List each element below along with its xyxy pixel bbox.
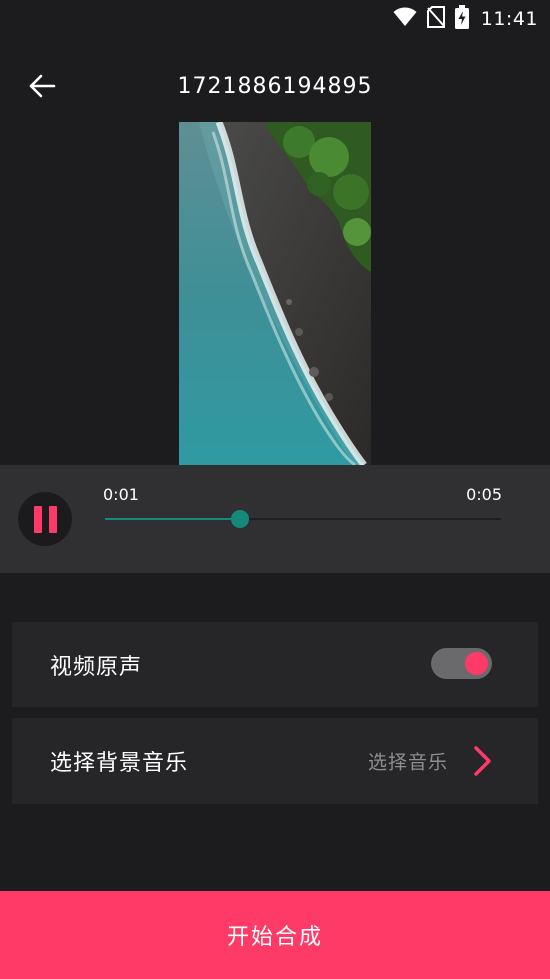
seek-thumb[interactable] — [230, 510, 249, 528]
status-time: 11:41 — [480, 8, 538, 30]
toggle-knob — [465, 652, 488, 675]
start-compose-button[interactable]: 开始合成 — [0, 891, 550, 979]
toolbar: 1721886194895 — [0, 52, 550, 122]
background-music-label: 选择背景音乐 — [50, 751, 189, 776]
pause-icon-bar — [48, 505, 57, 533]
status-icons: 11:41 — [393, 5, 538, 33]
original-audio-label: 视频原声 — [50, 654, 143, 680]
pause-icon — [33, 505, 42, 533]
chevron-right-icon[interactable] — [472, 744, 494, 778]
background-music-row[interactable]: 选择背景音乐 选择音乐 — [12, 718, 538, 804]
battery-charging-icon — [454, 5, 469, 33]
video-preview[interactable] — [179, 122, 371, 465]
original-audio-row: 视频原声 — [12, 622, 538, 707]
wifi-icon — [393, 7, 417, 31]
no-sim-icon — [426, 6, 445, 32]
screen: 11:41 1721886194895 0:01 0:05 视频原声 选择背景音… — [0, 0, 550, 979]
pause-button[interactable] — [18, 492, 72, 546]
player-controls: 0:01 0:05 — [0, 465, 550, 573]
select-music-value[interactable]: 选择音乐 — [368, 748, 448, 775]
seek-progress — [105, 518, 240, 520]
page-title: 1721886194895 — [177, 74, 373, 99]
seek-bar[interactable] — [105, 510, 501, 528]
total-time: 0:05 — [466, 485, 502, 504]
status-bar: 11:41 — [0, 0, 550, 38]
current-time: 0:01 — [103, 485, 139, 504]
original-audio-toggle[interactable] — [431, 648, 492, 679]
video-preview-area — [0, 122, 550, 465]
